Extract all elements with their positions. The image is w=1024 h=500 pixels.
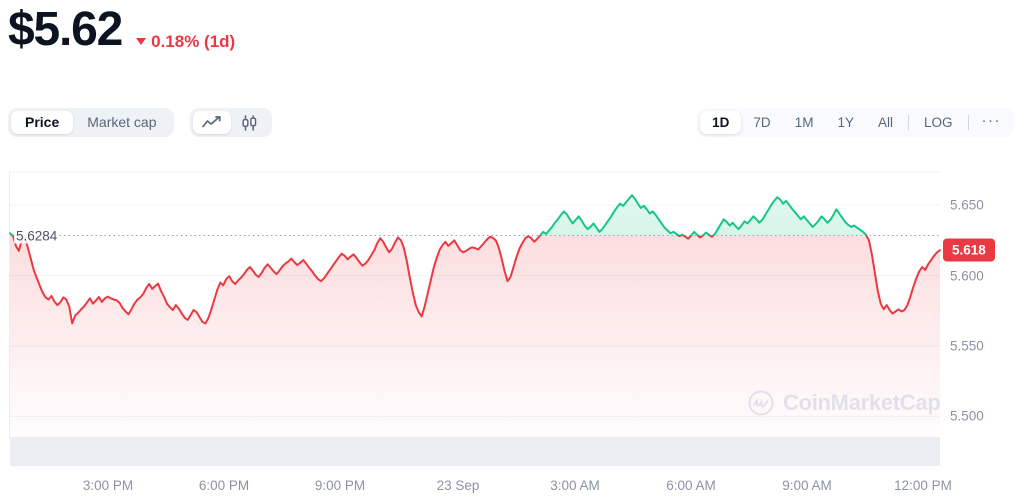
y-axis-tick: 5.550 <box>950 338 984 354</box>
chart-left-border <box>9 172 10 438</box>
range-option-1d[interactable]: 1D <box>700 111 742 134</box>
x-axis-tick: 3:00 AM <box>550 478 600 493</box>
x-axis-tick: 9:00 PM <box>314 478 366 493</box>
x-axis-tick: 6:00 PM <box>198 478 250 493</box>
price-change: 0.18% (1d) <box>136 32 235 52</box>
y-axis-tick: 5.500 <box>950 408 984 424</box>
metric-toggle-group: Price Market cap <box>8 108 174 137</box>
metric-option-price[interactable]: Price <box>11 111 74 134</box>
current-price-badge: 5.618 <box>943 238 995 262</box>
x-axis-tick: 6:00 AM <box>666 478 716 493</box>
toolbar-divider <box>967 115 969 130</box>
chart-type-toggle-group <box>189 108 272 137</box>
reference-price-label: 5.6284 <box>14 228 60 244</box>
range-option-1y[interactable]: 1Y <box>825 111 866 134</box>
candlestick-chart-icon[interactable] <box>231 111 269 134</box>
y-axis: 5.650 5.600 5.550 5.500 <box>950 168 1024 438</box>
x-axis: 3:00 PM 6:00 PM 9:00 PM 23 Sep 3:00 AM 6:00 A… <box>0 478 1024 498</box>
caret-down-icon <box>136 38 147 45</box>
price-chart[interactable] <box>0 168 1024 473</box>
line-chart-icon[interactable] <box>192 111 231 134</box>
time-range-controls: 1D 7D 1M 1Y All LOG ··· <box>697 108 1014 137</box>
price-header: $5.62 0.18% (1d) <box>8 6 235 54</box>
chart-controls-left: Price Market cap <box>8 108 272 137</box>
log-scale-button[interactable]: LOG <box>912 111 965 134</box>
more-options-button[interactable]: ··· <box>972 111 1012 134</box>
chart-canvas <box>9 171 941 438</box>
x-axis-tick: 12:00 PM <box>894 478 952 493</box>
x-axis-tick: 3:00 PM <box>82 478 134 493</box>
price-change-label: 0.18% (1d) <box>151 31 236 51</box>
y-axis-tick: 5.650 <box>950 197 984 213</box>
range-option-all[interactable]: All <box>866 111 905 134</box>
x-axis-tick: 9:00 AM <box>782 478 832 493</box>
page-title: $5.62 <box>8 3 123 56</box>
range-option-1m[interactable]: 1M <box>783 111 826 134</box>
metric-option-market-cap[interactable]: Market cap <box>73 111 170 134</box>
y-axis-tick: 5.600 <box>950 268 984 284</box>
range-option-7d[interactable]: 7D <box>741 111 782 134</box>
x-axis-tick: 23 Sep <box>436 478 480 493</box>
toolbar-divider <box>907 115 909 130</box>
chart-range-slider[interactable] <box>10 437 940 466</box>
